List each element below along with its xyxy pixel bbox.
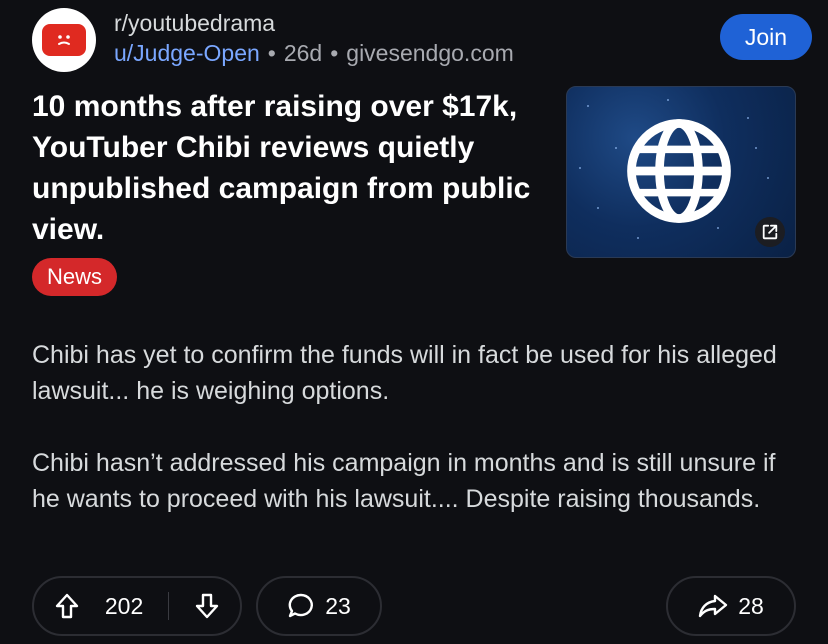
subreddit-logo-icon [42, 24, 86, 56]
vote-divider [168, 592, 170, 620]
share-count: 28 [738, 592, 764, 619]
share-arrow-icon [698, 593, 728, 619]
upvote-icon[interactable] [54, 592, 80, 620]
meta-separator: • [330, 40, 339, 66]
post-body: Chibi has yet to confirm the funds will … [32, 337, 802, 553]
downvote-icon[interactable] [194, 592, 220, 620]
link-thumbnail[interactable] [566, 86, 796, 258]
external-link-icon [755, 217, 785, 247]
comment-bubble-icon [287, 592, 315, 620]
vote-count: 202 [104, 592, 144, 619]
post-flair[interactable]: News [32, 258, 118, 296]
join-button[interactable]: Join [720, 14, 812, 60]
post-age: 26d [283, 40, 323, 66]
comment-count: 23 [325, 592, 351, 619]
author-link[interactable]: u/Judge-Open [114, 40, 260, 66]
vote-bar: 202 [32, 576, 242, 636]
comments-button[interactable]: 23 [256, 576, 382, 636]
subreddit-avatar[interactable] [32, 8, 96, 72]
meta-separator: • [267, 40, 276, 66]
globe-icon [627, 119, 731, 223]
subreddit-name[interactable]: r/youtubedrama [114, 10, 275, 37]
body-paragraph: Chibi has yet to confirm the funds will … [32, 341, 777, 405]
post-meta: u/Judge-Open • 26d • givesendgo.com [114, 40, 514, 67]
body-paragraph: Chibi hasn’t addressed his campaign in m… [32, 449, 776, 513]
post-title[interactable]: 10 months after raising over $17k, YouTu… [32, 86, 532, 250]
link-domain[interactable]: givesendgo.com [346, 40, 514, 66]
share-button[interactable]: 28 [666, 576, 796, 636]
